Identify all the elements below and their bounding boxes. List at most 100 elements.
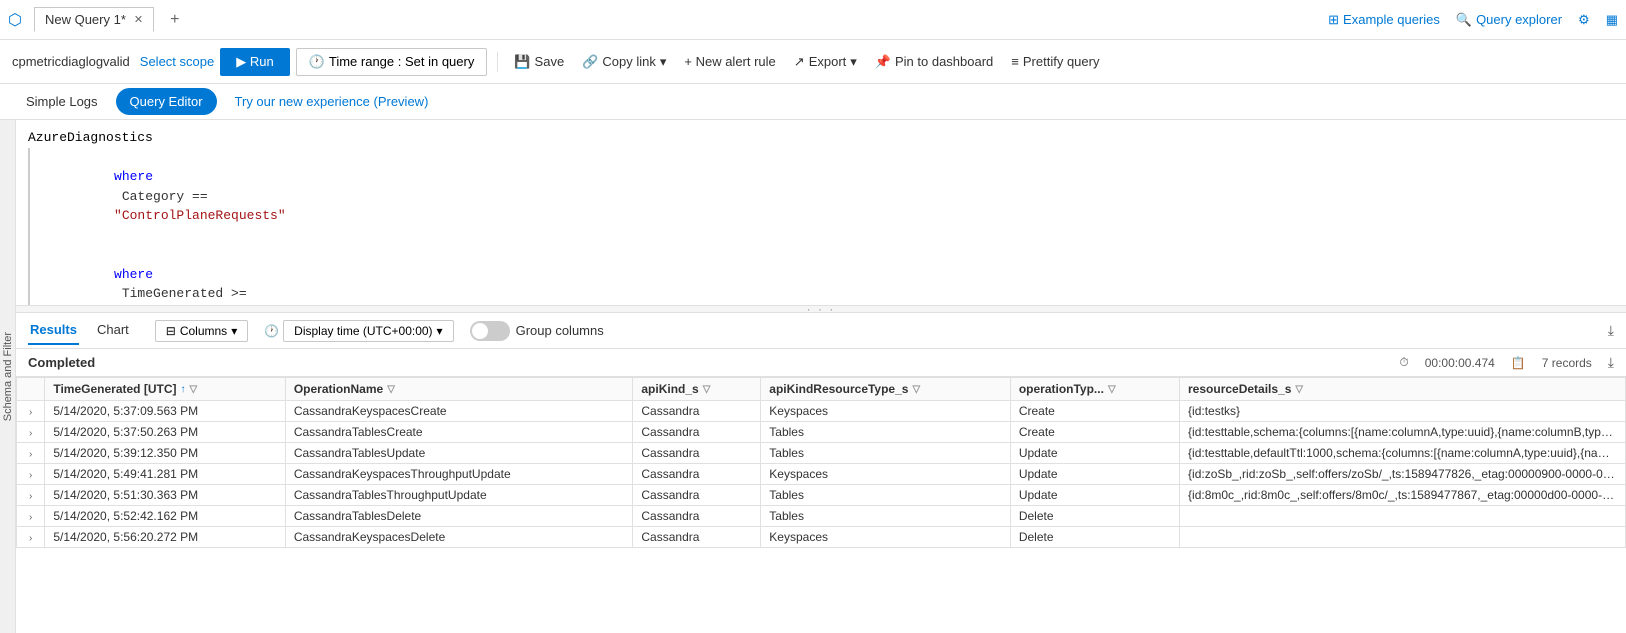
top-bar: ⬡ New Query 1* ✕ + ⊞ Example queries 🔍 Q… <box>0 0 1626 40</box>
row-cell-operation: CassandraKeyspacesThroughputUpdate <box>285 464 633 485</box>
pin-icon: 📌 <box>875 54 891 70</box>
display-time-button[interactable]: Display time (UTC+00:00) ▾ <box>283 320 453 342</box>
row-cell-apiKindResource: Tables <box>761 422 1011 443</box>
table-row: ›5/14/2020, 5:49:41.281 PMCassandraKeysp… <box>17 464 1626 485</box>
row-expand-button[interactable]: › <box>25 470 36 481</box>
row-cell-operation: CassandraKeyspacesDelete <box>285 527 633 548</box>
row-cell-time: 5/14/2020, 5:52:42.162 PM <box>45 506 285 527</box>
results-table-body: ›5/14/2020, 5:37:09.563 PMCassandraKeysp… <box>17 401 1626 548</box>
results-tab-results[interactable]: Results <box>28 316 79 345</box>
col-resourcedetails-header[interactable]: resourceDetails_s ▽ <box>1180 378 1626 401</box>
row-cell-apiKind: Cassandra <box>633 464 761 485</box>
row-cell-resourceDetails: {id:testtable,defaultTtl:1000,schema:{co… <box>1180 443 1626 464</box>
row-cell-time: 5/14/2020, 5:37:09.563 PM <box>45 401 285 422</box>
columns-icon: ⊟ <box>166 324 176 338</box>
clock-small-icon: 🕐 <box>264 324 279 338</box>
col-expand-header <box>17 378 45 401</box>
row-expand-button[interactable]: › <box>25 407 36 418</box>
row-cell-resourceDetails: {id:testtable,schema:{columns:[{name:col… <box>1180 422 1626 443</box>
row-cell-operationType: Update <box>1010 485 1179 506</box>
col-operationname-header[interactable]: OperationName ▽ <box>285 378 633 401</box>
run-button[interactable]: ▶ Run <box>220 48 289 76</box>
tab-label: New Query 1* <box>45 12 126 27</box>
schema-sidebar[interactable]: Schema and Filter <box>0 120 16 633</box>
time-range-button[interactable]: 🕐 Time range : Set in query <box>296 48 488 76</box>
results-tabs: Results Chart ⊟ Columns ▾ 🕐 Display time… <box>16 313 1626 349</box>
toggle-track <box>470 321 510 341</box>
row-cell-resourceDetails: {id:testks} <box>1180 401 1626 422</box>
col-apikind-header[interactable]: apiKind_s ▽ <box>633 378 761 401</box>
sort-asc-icon[interactable]: ↑ <box>180 384 185 395</box>
status-right: ⏱ 00:00:00.474 📋 7 records ⤓ <box>1399 354 1614 371</box>
row-cell-time: 5/14/2020, 5:51:30.363 PM <box>45 485 285 506</box>
results-tab-chart[interactable]: Chart <box>95 316 131 345</box>
resourcedetails-filter-icon[interactable]: ▽ <box>1295 384 1303 395</box>
row-cell-time: 5/14/2020, 5:37:50.263 PM <box>45 422 285 443</box>
editor-line-1: AzureDiagnostics <box>28 128 1614 148</box>
row-expand-cell: › <box>17 464 45 485</box>
grid-icon: ⊞ <box>1328 12 1339 28</box>
select-scope-button[interactable]: Select scope <box>140 54 214 69</box>
row-cell-apiKind: Cassandra <box>633 401 761 422</box>
row-cell-apiKindResource: Tables <box>761 506 1011 527</box>
tab-close-icon[interactable]: ✕ <box>134 13 143 26</box>
pane-resizer[interactable]: · · · <box>16 305 1626 313</box>
row-expand-button[interactable]: › <box>25 449 36 460</box>
status-text: Completed <box>28 355 95 370</box>
row-cell-operation: CassandraTablesCreate <box>285 422 633 443</box>
row-cell-operationType: Create <box>1010 401 1179 422</box>
layout-icon[interactable]: ▦ <box>1606 12 1618 28</box>
row-expand-button[interactable]: › <box>25 491 36 502</box>
row-expand-button[interactable]: › <box>25 512 36 523</box>
tab-new-query[interactable]: New Query 1* ✕ <box>34 7 154 32</box>
tab-simple-logs[interactable]: Simple Logs <box>12 88 112 115</box>
save-button[interactable]: 💾 Save <box>508 50 570 74</box>
col-timegenerated-header[interactable]: TimeGenerated [UTC] ↑ ▽ <box>45 378 285 401</box>
results-pane: Results Chart ⊟ Columns ▾ 🕐 Display time… <box>16 313 1626 633</box>
prettify-query-button[interactable]: ≡ Prettify query <box>1005 50 1105 73</box>
results-expand-button[interactable]: ⤓ <box>1608 354 1614 371</box>
apikind-filter-icon[interactable]: ▽ <box>703 384 711 395</box>
columns-button[interactable]: ⊟ Columns ▾ <box>155 320 248 342</box>
row-cell-apiKind: Cassandra <box>633 422 761 443</box>
export-chevron-icon: ▾ <box>850 54 857 70</box>
copy-link-button[interactable]: 🔗 Copy link ▾ <box>576 50 672 74</box>
row-expand-button[interactable]: › <box>25 533 36 544</box>
timegenerated-filter-icon[interactable]: ▽ <box>189 384 197 395</box>
row-cell-operation: CassandraTablesThroughputUpdate <box>285 485 633 506</box>
top-bar-actions: ⊞ Example queries 🔍 Query explorer ⚙ ▦ <box>1328 12 1618 28</box>
row-cell-resourceDetails <box>1180 506 1626 527</box>
editor-pane[interactable]: AzureDiagnostics where Category == "Cont… <box>16 120 1626 305</box>
operationtype-filter-icon[interactable]: ▽ <box>1108 384 1116 395</box>
group-columns-toggle[interactable]: Group columns <box>470 321 604 341</box>
results-table-container: TimeGenerated [UTC] ↑ ▽ OperationName ▽ <box>16 377 1626 633</box>
row-cell-apiKind: Cassandra <box>633 485 761 506</box>
table-header-row: TimeGenerated [UTC] ↑ ▽ OperationName ▽ <box>17 378 1626 401</box>
new-alert-rule-button[interactable]: + New alert rule <box>678 50 781 73</box>
main-layout: Schema and Filter AzureDiagnostics where… <box>0 120 1626 633</box>
export-button[interactable]: ↗ Export ▾ <box>788 50 863 74</box>
status-bar: Completed ⏱ 00:00:00.474 📋 7 records ⤓ <box>16 349 1626 377</box>
row-expand-cell: › <box>17 527 45 548</box>
settings-icon[interactable]: ⚙ <box>1578 12 1590 28</box>
tab-preview[interactable]: Try our new experience (Preview) <box>221 88 443 115</box>
operationname-filter-icon[interactable]: ▽ <box>387 384 395 395</box>
row-cell-operationType: Update <box>1010 464 1179 485</box>
example-queries-link[interactable]: ⊞ Example queries <box>1328 12 1440 28</box>
tab-add-button[interactable]: + <box>162 7 187 33</box>
tab-query-editor[interactable]: Query Editor <box>116 88 217 115</box>
row-expand-button[interactable]: › <box>25 428 36 439</box>
copy-icon: 📋 <box>1511 356 1526 370</box>
pin-dashboard-button[interactable]: 📌 Pin to dashboard <box>869 50 999 74</box>
editor-line-2: where Category == "ControlPlaneRequests" <box>28 148 1614 246</box>
display-time-chevron-icon: ▾ <box>437 324 443 338</box>
record-count: 7 records <box>1542 356 1592 370</box>
col-apikindresource-header[interactable]: apiKindResourceType_s ▽ <box>761 378 1011 401</box>
apikindresource-filter-icon[interactable]: ▽ <box>912 384 920 395</box>
query-explorer-link[interactable]: 🔍 Query explorer <box>1456 12 1562 28</box>
expand-results-button[interactable]: ⤓ <box>1608 322 1614 339</box>
editor-line-3: where TimeGenerated >= todatetime ('2020… <box>28 245 1614 305</box>
row-cell-apiKindResource: Keyspaces <box>761 527 1011 548</box>
row-cell-operationType: Delete <box>1010 527 1179 548</box>
col-operationtype-header[interactable]: operationTyp... ▽ <box>1010 378 1179 401</box>
